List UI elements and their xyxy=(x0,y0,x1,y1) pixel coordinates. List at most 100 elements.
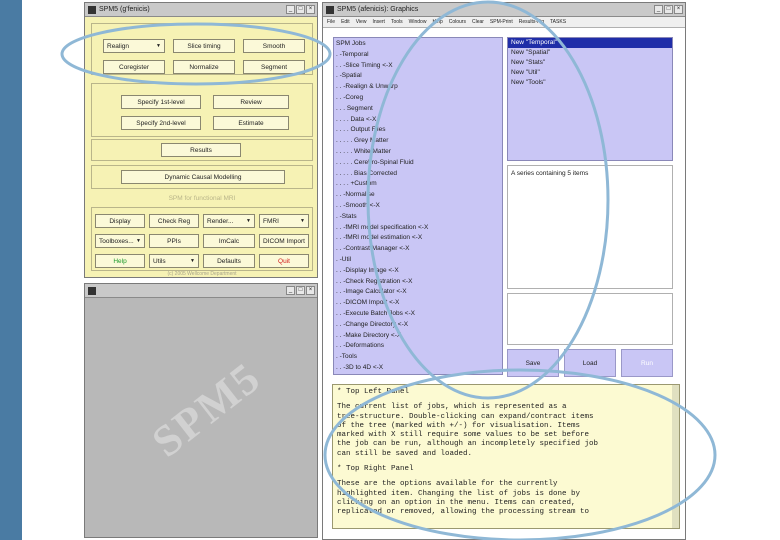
tree-item[interactable]: . . -Check Registration <-X xyxy=(336,278,412,285)
help-scrollbar[interactable] xyxy=(672,385,679,528)
slice-timing-label: Slice timing xyxy=(187,42,221,50)
tree-item[interactable]: . -Temporal xyxy=(336,51,369,58)
options-list-panel[interactable]: New "Temporal" New "Spatial" New "Stats" Ne… xyxy=(507,37,673,161)
menu-item[interactable]: Clear xyxy=(472,19,484,25)
menu-item[interactable]: Edit xyxy=(341,19,350,25)
utils-dropdown[interactable]: Utils ▼ xyxy=(149,254,199,268)
specify-1st-level-button[interactable]: Specify 1st-level xyxy=(121,95,201,109)
option-item[interactable]: New "Spatial" xyxy=(508,48,672,58)
run-button[interactable]: Run xyxy=(621,349,673,377)
modality-dropdown[interactable]: FMRI ▼ xyxy=(259,214,309,228)
quit-button[interactable]: Quit xyxy=(259,254,309,268)
dropdown-arrow-icon: ▼ xyxy=(156,43,161,49)
tree-item[interactable]: . . -Change Directory <-X xyxy=(336,321,408,328)
tree-item[interactable]: . . . . . Cerebro-Spinal Fluid xyxy=(336,159,414,166)
maximize-icon[interactable]: □ xyxy=(664,5,673,14)
menu-item[interactable]: File xyxy=(327,19,335,25)
tree-item[interactable]: . . -Display Image <-X xyxy=(336,267,399,274)
specify-2nd-level-button[interactable]: Specify 2nd-level xyxy=(121,116,201,130)
save-button[interactable]: Save xyxy=(507,349,559,377)
review-button[interactable]: Review xyxy=(213,95,289,109)
menu-item[interactable]: SPM-Print xyxy=(490,19,513,25)
tree-item[interactable]: . . -Execute Batch Jobs <-X xyxy=(336,310,415,317)
close-icon[interactable]: × xyxy=(306,286,315,295)
dropdown-arrow-icon: ▼ xyxy=(246,218,251,224)
tree-item[interactable]: . . -Deformations xyxy=(336,342,384,349)
tree-item[interactable]: . -Spatial xyxy=(336,72,362,79)
normalize-button[interactable]: Normalize xyxy=(173,60,235,74)
results-button[interactable]: Results xyxy=(161,143,241,157)
jobs-tree-panel[interactable]: SPM Jobs . -Temporal . . -Slice Timing <-X… xyxy=(333,37,503,375)
tree-item[interactable]: . . -DICOM Import <-X xyxy=(336,299,399,306)
tree-item[interactable]: . . . . . Grey Matter xyxy=(336,137,388,144)
ppis-label: PPIs xyxy=(167,237,181,245)
help-text-panel[interactable]: * Top Left Panel The current list of job… xyxy=(332,384,680,529)
option-item[interactable]: New "Temporal" xyxy=(508,38,672,48)
tree-item[interactable]: . -Util xyxy=(336,256,351,263)
menu-item[interactable]: Results-Fig xyxy=(519,19,544,25)
render-dropdown[interactable]: Render... ▼ xyxy=(203,214,255,228)
menu-item[interactable]: Colours xyxy=(449,19,466,25)
graphics-window-title: SPM5 (afenicis): Graphics xyxy=(337,6,419,13)
tree-item[interactable]: . . . . Data <-X xyxy=(336,116,376,123)
jobs-tree-root[interactable]: SPM Jobs xyxy=(336,40,366,47)
close-icon[interactable]: × xyxy=(674,5,683,14)
tree-item[interactable]: . . -3D to 4D <-X xyxy=(336,364,383,371)
option-item[interactable]: New "Stats" xyxy=(508,58,672,68)
tree-item[interactable]: . . -Slice Timing <-X xyxy=(336,62,393,69)
tree-item[interactable]: . . . . +Custom xyxy=(336,180,377,187)
tree-item[interactable]: . -Tools xyxy=(336,353,357,360)
maximize-icon[interactable]: □ xyxy=(296,286,305,295)
imcalc-button[interactable]: ImCalc xyxy=(203,234,255,248)
tree-item[interactable]: . . -Make Directory <-X xyxy=(336,332,401,339)
value-panel xyxy=(507,293,673,345)
tree-item[interactable]: . -Stats xyxy=(336,213,357,220)
minimize-icon[interactable]: _ xyxy=(286,5,295,14)
tree-item[interactable]: . . -fMRI model estimation <-X xyxy=(336,234,422,241)
menu-item[interactable]: View xyxy=(356,19,367,25)
display-button[interactable]: Display xyxy=(95,214,145,228)
tree-item[interactable]: . . . . Output Files xyxy=(336,126,386,133)
defaults-button[interactable]: Defaults xyxy=(203,254,255,268)
ppis-button[interactable]: PPIs xyxy=(149,234,199,248)
option-item[interactable]: New "Util" xyxy=(508,68,672,78)
menu-item[interactable]: Insert xyxy=(372,19,385,25)
save-label: Save xyxy=(525,359,541,367)
slice-timing-button[interactable]: Slice timing xyxy=(173,39,235,53)
tree-item[interactable]: . . -Smooth <-X xyxy=(336,202,380,209)
realign-dropdown[interactable]: Realign ▼ xyxy=(103,39,165,53)
coregister-button[interactable]: Coregister xyxy=(103,60,165,74)
menu-item[interactable]: Tools xyxy=(391,19,403,25)
tree-item[interactable]: . . -Image Calculator <-X xyxy=(336,288,407,295)
estimate-button[interactable]: Estimate xyxy=(213,116,289,130)
minimize-icon[interactable]: _ xyxy=(286,286,295,295)
close-icon[interactable]: × xyxy=(306,5,315,14)
dynamic-causal-modelling-button[interactable]: Dynamic Causal Modelling xyxy=(121,170,285,184)
tree-item[interactable]: . . -Normalise xyxy=(336,191,375,198)
dcm-label: Dynamic Causal Modelling xyxy=(164,173,242,181)
tree-item[interactable]: . . -Coreg xyxy=(336,94,363,101)
help-label: Help xyxy=(113,257,127,265)
tree-item[interactable]: . . . Segment xyxy=(336,105,373,112)
load-button[interactable]: Load xyxy=(564,349,616,377)
tree-item[interactable]: . . -Realign & Unwarp xyxy=(336,83,398,90)
tree-item[interactable]: . . -fMRI model specification <-X xyxy=(336,224,428,231)
menu-item[interactable]: Help xyxy=(432,19,442,25)
maximize-icon[interactable]: □ xyxy=(296,5,305,14)
menu-item[interactable]: Window xyxy=(409,19,427,25)
check-reg-button[interactable]: Check Reg xyxy=(149,214,199,228)
option-item[interactable]: New "Tools" xyxy=(508,78,672,88)
interactive-window-titlebar: _ □ × xyxy=(85,284,317,298)
help-button[interactable]: Help xyxy=(95,254,145,268)
toolboxes-dropdown[interactable]: Toolboxes... ▼ xyxy=(95,234,145,248)
menu-item[interactable]: TASKS xyxy=(550,19,566,25)
dicom-import-button[interactable]: DICOM Import xyxy=(259,234,309,248)
tree-item[interactable]: . . . . . White Matter xyxy=(336,148,391,155)
segment-button[interactable]: Segment xyxy=(243,60,305,74)
tree-item[interactable]: . . -Contrast Manager <-X xyxy=(336,245,410,252)
smooth-button[interactable]: Smooth xyxy=(243,39,305,53)
tree-item[interactable]: . . . . . Bias Corrected xyxy=(336,170,397,177)
smooth-label: Smooth xyxy=(262,42,286,50)
run-label: Run xyxy=(641,359,653,367)
minimize-icon[interactable]: _ xyxy=(654,5,663,14)
